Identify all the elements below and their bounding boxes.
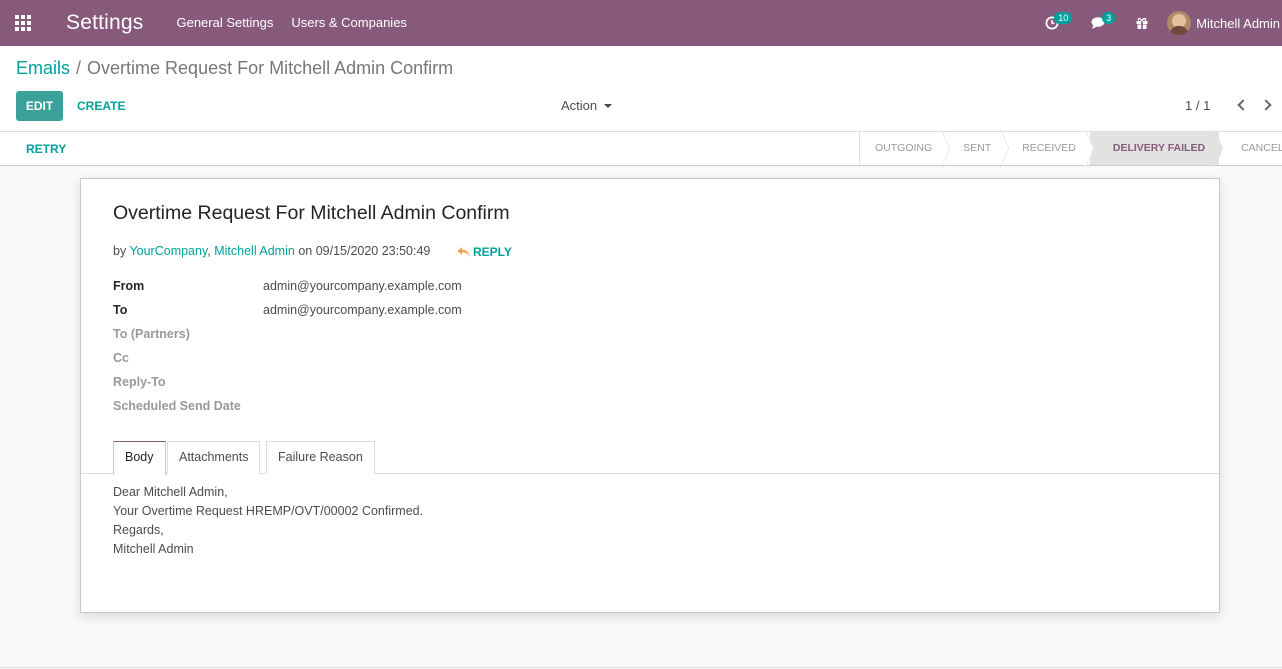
user-menu[interactable]: Mitchell Admin [1161,11,1282,35]
body-line: Mitchell Admin [113,542,194,556]
user-name: Mitchell Admin [1196,15,1280,31]
chevron-left-icon [1236,99,1249,111]
edit-button[interactable]: EDIT [16,91,63,121]
breadcrumb-emails[interactable]: Emails [16,58,70,78]
activity-count-badge: 10 [1054,12,1073,24]
top-navbar: Settings General Settings Users & Compan… [0,0,1282,46]
meta-date: on 09/15/2020 23:50:49 [298,244,431,258]
author-name-link[interactable]: Mitchell Admin [214,244,295,258]
pager-next-button[interactable] [1259,97,1274,113]
from-label: From [113,279,145,293]
body-line: Regards, [113,523,164,537]
reply-button[interactable]: REPLY [457,245,512,259]
reply-label: REPLY [473,245,512,259]
gift-menu[interactable] [1123,0,1161,46]
stage-outgoing[interactable]: OUTGOING [860,132,946,165]
menu-users-companies[interactable]: Users & Companies [282,0,416,46]
body-line: Your Overtime Request HREMP/OVT/00002 Co… [113,504,424,518]
menu-general-settings[interactable]: General Settings [167,0,282,46]
control-panel: Emails / Overtime Request For Mitchell Adm… [0,46,1282,132]
reply-to-label: Reply-To [113,375,166,389]
to-value: admin@yourcompany.example.com [263,303,462,317]
systray: 10 3 Mitchell Admin [1033,0,1282,46]
scheduled-send-date-label: Scheduled Send Date [113,399,241,413]
author-company-link[interactable]: YourCompany [129,244,207,258]
cc-label: Cc [113,351,129,365]
from-value: admin@yourcompany.example.com [263,279,462,293]
action-label: Action [561,98,598,113]
avatar [1167,11,1192,35]
pager-value[interactable]: 1 / 1 [1185,98,1210,113]
notebook-tabs: Body Attachments Failure Reason [81,441,1219,475]
to-label: To [113,303,128,317]
statusbar: RETRY OUTGOING SENT RECEIVED DELIVERY FA… [0,132,1282,166]
stage-cancelled[interactable]: CANCELLED [1219,132,1282,165]
gift-icon [1136,17,1148,29]
stage-delivery-failed[interactable]: DELIVERY FAILED [1089,132,1220,165]
breadcrumb: Emails / Overtime Request For Mitchell Adm… [16,58,453,79]
activity-menu[interactable]: 10 [1033,0,1073,46]
stage-pipeline: OUTGOING SENT RECEIVED DELIVERY FAILED C… [859,132,1282,165]
breadcrumb-separator: / [76,58,82,78]
to-partners-label: To (Partners) [113,327,190,341]
retry-button[interactable]: RETRY [20,138,72,160]
top-menu: General Settings Users & Companies [167,0,415,46]
action-dropdown[interactable]: Action [561,98,613,113]
footer-divider [0,667,1282,668]
create-button[interactable]: CREATE [71,91,131,121]
stage-sent[interactable]: SENT [946,132,1005,165]
stage-received[interactable]: RECEIVED [1005,132,1090,165]
form-sheet: Overtime Request For Mitchell Admin Conf… [80,178,1220,613]
apps-menu-icon[interactable] [0,0,46,46]
message-count-badge: 3 [1102,12,1116,24]
body-line: Dear Mitchell Admin, [113,485,228,499]
caret-down-icon [604,103,613,108]
tab-attachments[interactable]: Attachments [167,441,261,474]
tab-failure-reason[interactable]: Failure Reason [266,441,375,474]
meta-by: by [113,244,127,258]
pager-previous-button[interactable] [1234,97,1249,113]
messaging-menu[interactable]: 3 [1079,0,1119,46]
chevron-right-icon [1259,99,1272,111]
breadcrumb-current: Overtime Request For Mitchell Admin Conf… [87,58,454,78]
tab-body[interactable]: Body [113,441,166,475]
email-subject: Overtime Request For Mitchell Admin Conf… [113,202,510,224]
app-title: Settings [66,11,144,34]
email-meta: by YourCompany, Mitchell Admin on 09/15/… [113,244,430,258]
reply-icon [457,246,471,258]
